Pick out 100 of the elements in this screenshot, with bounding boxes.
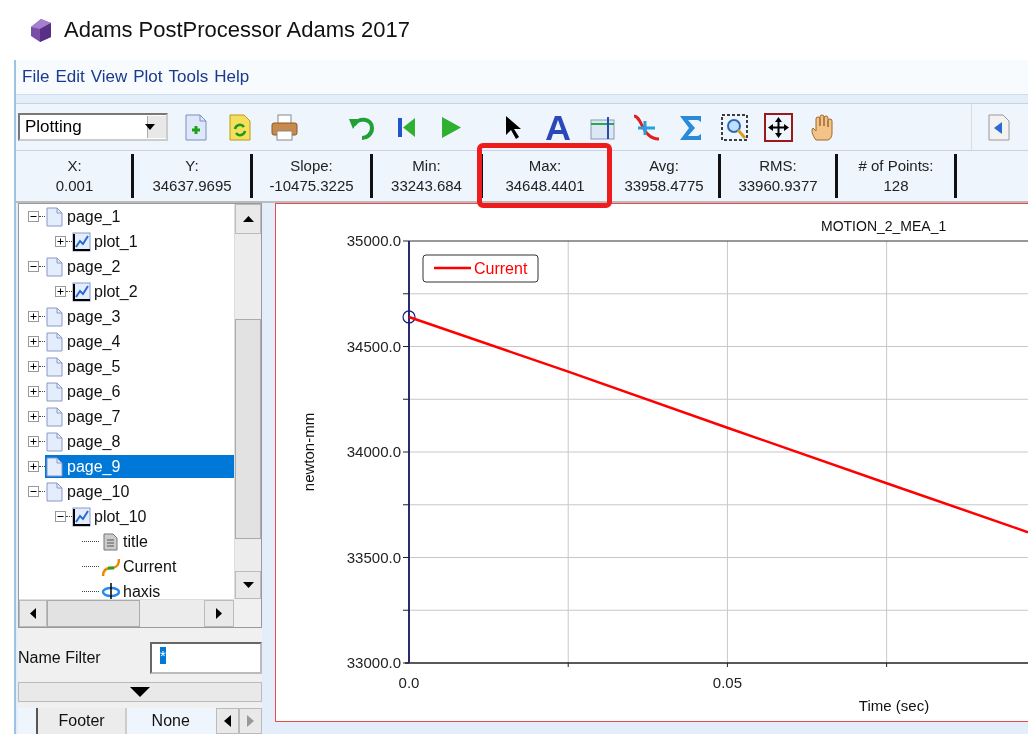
chart-title: MOTION_2_MEA_1 bbox=[821, 218, 947, 234]
page-icon bbox=[45, 331, 64, 352]
stat-label: Min: bbox=[412, 156, 441, 176]
app-logo-icon bbox=[28, 17, 54, 43]
name-filter-field[interactable]: * bbox=[150, 642, 262, 674]
tree-item[interactable]: page_2 bbox=[45, 255, 234, 278]
tree-item[interactable]: plot_2 bbox=[72, 280, 234, 303]
tree-item[interactable]: Current bbox=[101, 555, 234, 578]
page-icon bbox=[45, 306, 64, 327]
tree-item[interactable]: page_6 bbox=[45, 380, 234, 403]
expand-panel-button[interactable] bbox=[18, 682, 262, 702]
collapse-icon[interactable] bbox=[55, 511, 66, 522]
y-tick-label: 33000.0 bbox=[346, 654, 401, 671]
expand-icon[interactable] bbox=[28, 436, 39, 447]
page-icon bbox=[45, 406, 64, 427]
menu-item[interactable]: View bbox=[87, 67, 131, 87]
tree-item[interactable]: page_10 bbox=[45, 480, 234, 503]
curve-edit-icon[interactable] bbox=[632, 112, 661, 142]
down-triangle-icon[interactable] bbox=[130, 687, 150, 697]
collapse-icon[interactable] bbox=[28, 486, 39, 497]
mode-dropdown[interactable]: Plotting bbox=[18, 113, 168, 141]
menu-item[interactable]: Help bbox=[211, 67, 253, 87]
y-tick-label: 35000.0 bbox=[346, 232, 401, 249]
page-icon bbox=[45, 356, 64, 377]
y-tick-label: 33500.0 bbox=[346, 548, 401, 566]
left-arrow-icon[interactable] bbox=[30, 608, 36, 619]
stat-label: Slope: bbox=[290, 156, 333, 176]
stat-label: Avg: bbox=[649, 156, 679, 176]
curve-icon bbox=[101, 556, 120, 577]
legend-label: Current bbox=[474, 260, 528, 277]
plot-icon bbox=[72, 506, 91, 527]
stat-label: Y: bbox=[185, 156, 199, 176]
fit-arrows-icon[interactable] bbox=[764, 112, 793, 142]
stat-value: -10475.3225 bbox=[269, 176, 354, 196]
menu-item[interactable]: Tools bbox=[165, 67, 212, 87]
expand-icon[interactable] bbox=[55, 286, 66, 297]
legend: Current bbox=[422, 254, 539, 283]
menu-item[interactable]: Plot bbox=[130, 67, 166, 87]
axis-icon bbox=[101, 581, 120, 599]
y-tick-label: 34000.0 bbox=[346, 443, 401, 460]
stat-value: 0.001 bbox=[55, 176, 94, 196]
stat-value: 33958.4775 bbox=[624, 176, 704, 196]
tree-item[interactable]: page_4 bbox=[45, 330, 234, 353]
tree-item[interactable]: page_1 bbox=[45, 205, 234, 228]
document-icon bbox=[101, 531, 120, 552]
stat-value: 128 bbox=[883, 176, 909, 196]
zoom-box-icon[interactable] bbox=[720, 112, 749, 142]
page-icon bbox=[45, 456, 64, 477]
tree-item[interactable]: haxis bbox=[101, 580, 234, 599]
tree-item[interactable]: plot_1 bbox=[72, 230, 234, 253]
expand-icon[interactable] bbox=[28, 311, 39, 322]
stat-value: 33960.9377 bbox=[738, 176, 818, 196]
y-tick-label: 34500.0 bbox=[346, 337, 401, 355]
stat-value: 33243.684 bbox=[391, 176, 462, 196]
page-icon bbox=[45, 481, 64, 502]
x-axis-label: Time (sec) bbox=[858, 697, 930, 714]
horizontal-scrollbar[interactable] bbox=[19, 599, 234, 627]
expand-icon[interactable] bbox=[28, 386, 39, 397]
stat-value: 34648.4401 bbox=[505, 176, 585, 196]
menu-item[interactable]: File bbox=[19, 67, 53, 87]
expand-icon[interactable] bbox=[55, 236, 66, 247]
x-tick-label: 0.0 bbox=[398, 674, 420, 691]
vertical-scrollbar[interactable] bbox=[234, 204, 261, 599]
tree-item[interactable]: page_3 bbox=[45, 305, 234, 328]
expand-icon[interactable] bbox=[28, 336, 39, 347]
stat-label: RMS: bbox=[759, 156, 797, 176]
tree-item[interactable]: page_9 bbox=[45, 455, 234, 478]
printer-icon[interactable] bbox=[270, 112, 299, 142]
stat-label: Max: bbox=[528, 156, 562, 176]
window-title: Adams PostProcessor Adams 2017 bbox=[64, 17, 411, 43]
collapse-icon[interactable] bbox=[28, 261, 39, 272]
right-arrow-icon[interactable] bbox=[216, 608, 222, 619]
collapse-icon[interactable] bbox=[28, 211, 39, 222]
page-icon bbox=[45, 256, 64, 277]
tab[interactable]: Footer bbox=[36, 708, 127, 734]
expand-icon[interactable] bbox=[28, 411, 39, 422]
cursor-marker[interactable] bbox=[402, 310, 416, 324]
x-tick-label: 0.05 bbox=[712, 674, 742, 691]
tree-item[interactable]: plot_10 bbox=[72, 505, 234, 528]
expand-icon[interactable] bbox=[28, 361, 39, 372]
expand-icon[interactable] bbox=[28, 461, 39, 472]
y-axis-label: newton-mm bbox=[300, 412, 317, 492]
left-arrow-icon[interactable] bbox=[224, 715, 232, 727]
plot-icon bbox=[72, 231, 91, 252]
menu-item[interactable]: Edit bbox=[52, 67, 88, 87]
up-arrow-icon[interactable] bbox=[242, 216, 254, 222]
stat-value: 34637.9695 bbox=[152, 176, 232, 196]
page-icon bbox=[45, 381, 64, 402]
caret-icon bbox=[144, 124, 155, 130]
tree-item[interactable]: page_7 bbox=[45, 405, 234, 428]
stat-label: X: bbox=[67, 156, 82, 176]
page-icon bbox=[45, 206, 64, 227]
tree-item[interactable]: page_5 bbox=[45, 355, 234, 378]
page-icon bbox=[45, 431, 64, 452]
stat-label: # of Points: bbox=[858, 156, 934, 176]
tree-item[interactable]: title bbox=[101, 530, 234, 553]
tree-item[interactable]: page_8 bbox=[45, 430, 234, 453]
plot-icon bbox=[72, 281, 91, 302]
down-arrow-icon[interactable] bbox=[242, 582, 254, 588]
name-filter-label: Name Filter bbox=[18, 649, 101, 667]
